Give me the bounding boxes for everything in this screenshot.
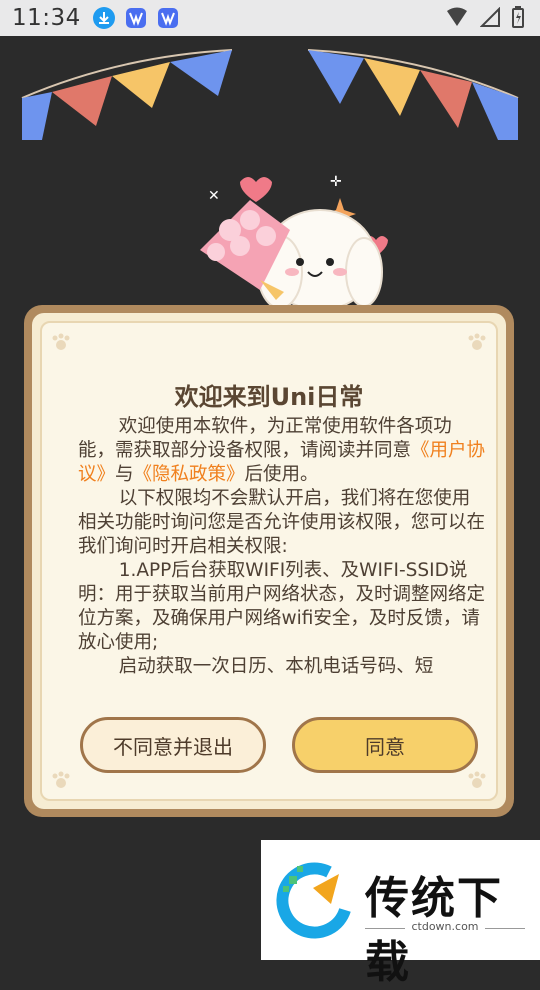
connector-text: 与 [115,464,134,485]
dialog-title: 欢迎来到Uni日常 [174,383,364,411]
paw-icon [468,333,486,350]
download-notification-icon [92,7,115,29]
mascot-illustration: ✕ ✛ [200,174,388,310]
dialog-body-scroll[interactable]: 欢迎使用本软件，为正常使用软件各项功能，需获取部分设备权限，请阅读并同意《用户协… [78,415,488,687]
system-icons [446,6,524,28]
decline-exit-button[interactable]: 不同意并退出 [80,717,266,773]
permission-dialog: 欢迎来到Uni日常 欢迎使用本软件，为正常使用软件各项功能，需获取部分设备权限，… [24,305,514,817]
calendar-permission-paragraph: 启动获取一次日历、本机电话号码、短 [118,656,434,677]
wifi-icon [447,7,467,26]
paw-icon [52,333,70,350]
svg-text:✛: ✛ [330,174,342,190]
bunting-decoration [21,49,519,140]
app-notification-icon [125,8,146,28]
ctdown-logo-icon [276,862,351,939]
dialog-frame: 欢迎来到Uni日常 欢迎使用本软件，为正常使用软件各项功能，需获取部分设备权限，… [32,313,506,809]
permissions-paragraph: 以下权限均不会默认开启，我们将在您使用相关功能时询问您是否允许使用该权限，您可以… [78,488,486,557]
watermark-overlay: 传统下载 ctdown.com [261,840,540,988]
status-time: 11:34 [12,5,81,31]
signal-icon [480,7,500,27]
watermark-url: ctdown.com [411,920,479,933]
dialog-content: 欢迎来到Uni日常 欢迎使用本软件，为正常使用软件各项功能，需获取部分设备权限，… [40,321,498,801]
intro-text: 欢迎使用本软件，为正常使用软件各项功能，需获取部分设备权限，请阅读并同意 [78,416,452,461]
wifi-permission-paragraph: 1.APP后台获取WIFI列表、及WIFI-SSID说明：用于获取当前用户网络状… [78,560,486,653]
svg-text:✕: ✕ [208,188,220,204]
paw-icon [52,771,70,788]
intro-suffix-text: 后使用。 [244,464,319,485]
status-bar: 11:34 [0,0,540,36]
notification-icons [92,7,179,29]
privacy-policy-link[interactable]: 《隐私政策》 [134,464,245,485]
intro-paragraph: 欢迎使用本软件，为正常使用软件各项功能，需获取部分设备权限，请阅读并同意《用户协… [78,415,488,487]
divider [485,928,525,929]
agree-button[interactable]: 同意 [292,717,478,773]
app-notification-icon [157,8,178,28]
battery-icon [512,6,524,28]
paw-icon [468,771,486,788]
